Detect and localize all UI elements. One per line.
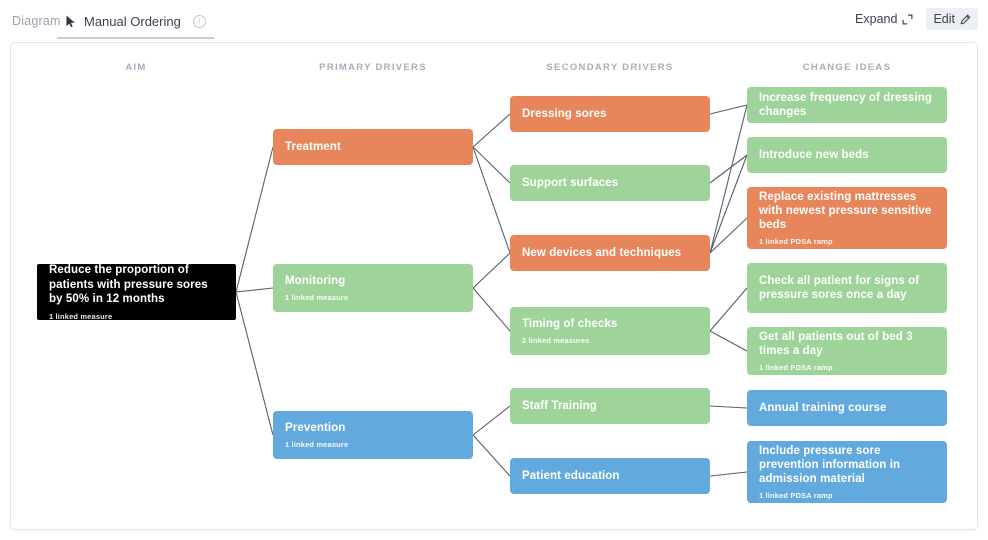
node-title: Include pressure sore prevention informa…: [759, 445, 901, 485]
node-linked-pdsa: 1 linked PDSA ramp: [759, 363, 833, 372]
node-title: Get all patients out of bed 3 times a da…: [759, 331, 913, 357]
node-title: Support surfaces: [522, 177, 619, 189]
aim-node[interactable]: Reduce the proportion of patients with p…: [37, 264, 236, 321]
node-title: Annual training course: [759, 402, 887, 414]
secondary-driver-patient-education[interactable]: Patient education: [510, 458, 710, 494]
node-linked-measures: 1 linked measure: [285, 440, 349, 449]
node-title: Prevention: [285, 422, 346, 434]
expand-corners-icon: [902, 14, 913, 25]
secondary-driver-staff-training[interactable]: Staff Training: [510, 388, 710, 424]
secondary-driver-dressing-sores[interactable]: Dressing sores: [510, 96, 710, 132]
top-bar: Diagram Manual Ordering i Expand Edit: [0, 0, 988, 40]
cursor-arrow-icon: [65, 15, 77, 28]
aim-title: Reduce the proportion of patients with p…: [49, 264, 208, 306]
secondary-driver-timing-of-checks[interactable]: Timing of checks 2 linked measures: [510, 307, 710, 355]
node-title: Treatment: [285, 141, 341, 153]
node-linked-pdsa: 1 linked PDSA ramp: [759, 237, 833, 246]
node-title: Patient education: [522, 470, 620, 482]
node-title: Timing of checks: [522, 318, 618, 330]
secondary-driver-new-devices-and-techniques[interactable]: New devices and techniques: [510, 235, 710, 271]
driver-diagram-page: Diagram Manual Ordering i Expand Edit AI…: [0, 0, 988, 540]
node-title: Staff Training: [522, 400, 597, 412]
expand-button[interactable]: Expand: [848, 8, 920, 30]
change-idea-introduce-new-beds[interactable]: Introduce new beds: [747, 137, 947, 173]
expand-button-label: Expand: [855, 12, 898, 26]
toolbar: Expand Edit: [848, 8, 978, 30]
info-icon[interactable]: i: [192, 14, 206, 28]
tab-label: Manual Ordering: [84, 13, 181, 29]
tab-manual-ordering[interactable]: Manual Ordering i: [57, 9, 214, 39]
node-title: New devices and techniques: [522, 247, 682, 259]
change-idea-replace-mattresses[interactable]: Replace existing mattresses with newest …: [747, 187, 947, 249]
primary-driver-prevention[interactable]: Prevention 1 linked measure: [273, 411, 473, 459]
change-idea-check-patient-signs[interactable]: Check all patient for signs of pressure …: [747, 263, 947, 313]
change-idea-increase-dressing-changes[interactable]: Increase frequency of dressing changes: [747, 87, 947, 123]
node-linked-measures: 2 linked measures: [522, 336, 590, 345]
breadcrumb[interactable]: Diagram: [12, 14, 61, 28]
node-title: Introduce new beds: [759, 149, 869, 161]
node-title: Dressing sores: [522, 108, 607, 120]
node-title: Check all patient for signs of pressure …: [759, 275, 920, 301]
edit-button[interactable]: Edit: [926, 8, 978, 30]
aim-linked-measures: 1 linked measure: [49, 311, 113, 321]
diagram-canvas[interactable]: AIM PRIMARY DRIVERS SECONDARY DRIVERS CH…: [10, 42, 978, 530]
node-linked-measures: 1 linked measure: [285, 293, 349, 302]
node-title: Monitoring: [285, 275, 346, 287]
change-idea-annual-training-course[interactable]: Annual training course: [747, 390, 947, 426]
secondary-driver-support-surfaces[interactable]: Support surfaces: [510, 165, 710, 201]
node-title: Replace existing mattresses with newest …: [759, 191, 932, 231]
edit-button-label: Edit: [933, 12, 955, 26]
primary-driver-treatment[interactable]: Treatment: [273, 129, 473, 165]
node-title: Increase frequency of dressing changes: [759, 92, 933, 118]
change-idea-out-of-bed-3-times[interactable]: Get all patients out of bed 3 times a da…: [747, 327, 947, 375]
node-linked-pdsa: 1 linked PDSA ramp: [759, 491, 833, 500]
pencil-icon: [960, 14, 971, 25]
change-idea-admission-material[interactable]: Include pressure sore prevention informa…: [747, 441, 947, 503]
primary-driver-monitoring[interactable]: Monitoring 1 linked measure: [273, 264, 473, 312]
